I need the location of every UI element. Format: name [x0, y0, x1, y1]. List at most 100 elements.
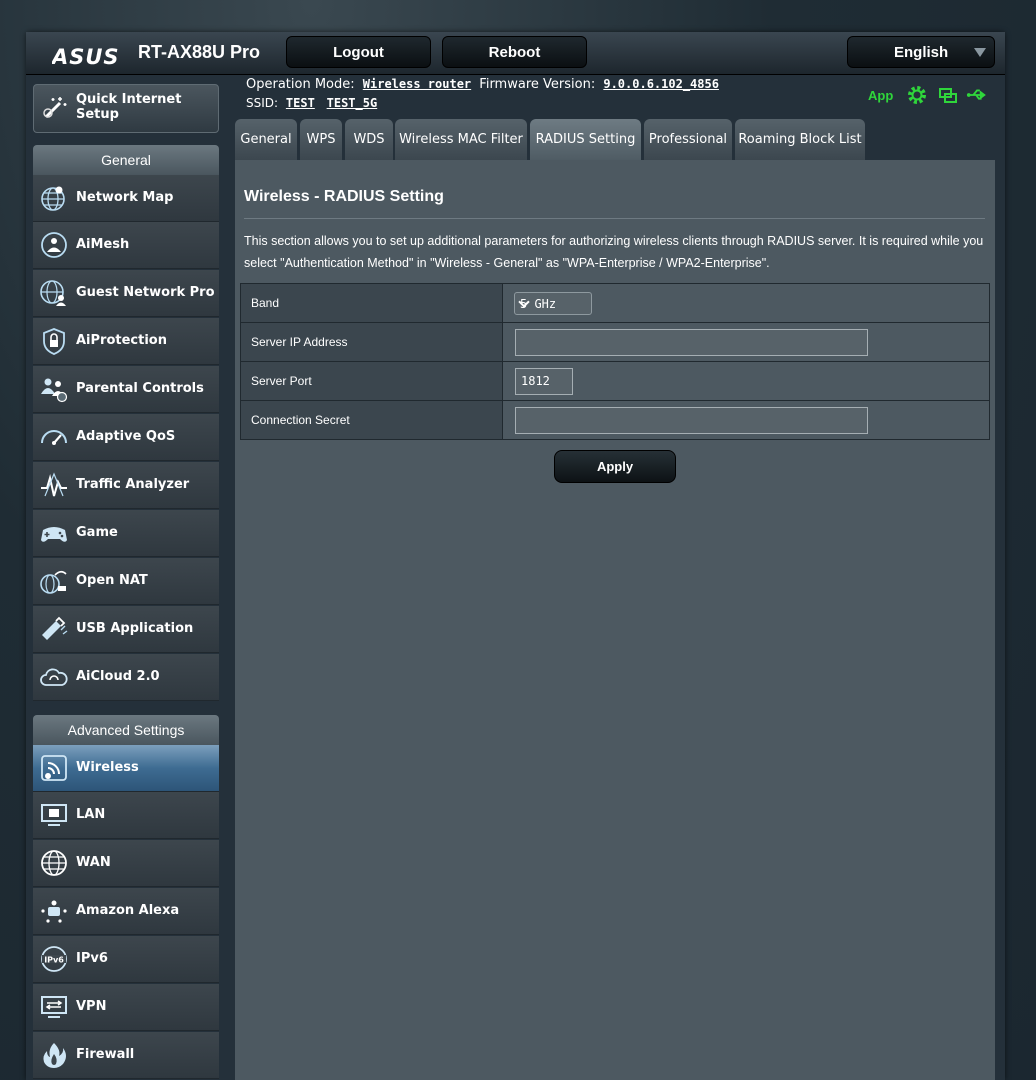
sidebar-item-label: Parental Controls [76, 381, 204, 396]
ssid-label: SSID: [246, 96, 279, 110]
qis-label: Quick Internet Setup [76, 92, 181, 122]
sidebar-item-label: Open NAT [76, 573, 148, 588]
tab-professional[interactable]: Professional [644, 119, 732, 160]
sidebar-item-label: LAN [76, 807, 106, 822]
quick-internet-setup-button[interactable]: Quick Internet Setup [33, 84, 219, 133]
cloud-icon [40, 668, 68, 686]
server-port-input[interactable]: 1812 [515, 368, 573, 395]
server-port-label: Server Port [241, 362, 503, 400]
sidebar-item-adaptive-qos[interactable]: Adaptive QoS [33, 414, 219, 461]
usb-icon[interactable] [966, 84, 988, 106]
logout-button[interactable]: Logout [286, 36, 431, 68]
connection-secret-label: Connection Secret [241, 401, 503, 439]
sidebar-item-traffic-analyzer[interactable]: Traffic Analyzer [33, 462, 219, 509]
router-model: RT-AX88U Pro [138, 42, 261, 62]
title-divider [244, 218, 985, 219]
dropdown-arrow-icon [974, 48, 986, 57]
firmware-label: Firmware Version: [479, 77, 596, 92]
network-clients-icon[interactable] [937, 84, 959, 106]
connection-secret-cell [503, 401, 989, 439]
wan-globe-icon [41, 850, 67, 876]
sidebar-item-lan[interactable]: LAN [33, 792, 219, 839]
tab-radius-setting[interactable]: RADIUS Setting [530, 119, 641, 160]
reboot-button[interactable]: Reboot [442, 36, 587, 68]
sidebar-item-label: IPv6 [76, 951, 108, 966]
shield-lock-icon [43, 328, 65, 355]
sidebar-item-label: WAN [76, 855, 111, 870]
globe-network-icon [41, 186, 65, 211]
band-row: Band 5 GHz [241, 284, 989, 323]
sidebar-item-label: Wireless [76, 760, 139, 775]
sidebar-item-wan[interactable]: WAN [33, 840, 219, 887]
sidebar-item-label: Traffic Analyzer [76, 477, 190, 492]
sidebar-item-aimesh[interactable]: AiMesh [33, 222, 219, 269]
sidebar-item-amazon-alexa[interactable]: Amazon Alexa [33, 888, 219, 935]
page-description: This section allows you to set up additi… [244, 234, 984, 270]
sidebar-item-label: Network Map [76, 190, 174, 205]
sidebar-item-wireless[interactable]: Wireless [33, 745, 219, 792]
operation-mode-label: Operation Mode: [246, 77, 355, 92]
sidebar-item-label: AiMesh [76, 237, 130, 252]
app-link[interactable]: App [868, 88, 893, 103]
sidebar-item-open-nat[interactable]: Open NAT [33, 558, 219, 605]
server-ip-input[interactable] [515, 329, 868, 356]
firmware-version-link[interactable]: 9.0.0.6.102_4856 [603, 77, 719, 91]
band-select[interactable]: 5 GHz [514, 292, 592, 315]
ssid-line: SSID: TEST TEST_5G [246, 96, 381, 110]
sidebar-item-vpn[interactable]: VPN [33, 984, 219, 1031]
vpn-icon [41, 996, 67, 1018]
sidebar-item-parental-controls[interactable]: Parental Controls [33, 366, 219, 413]
pulse-icon [41, 472, 67, 497]
page-title: Wireless - RADIUS Setting [244, 188, 444, 205]
server-port-row: Server Port 1812 [241, 362, 989, 401]
ssid-link-1[interactable]: TEST [286, 96, 315, 110]
language-value: English [894, 44, 949, 61]
band-cell: 5 GHz [503, 284, 989, 322]
sidebar-item-ipv6[interactable]: IPv6 IPv6 [33, 936, 219, 983]
general-menu-header: General [33, 145, 219, 176]
sidebar-item-label: Guest Network Pro [76, 285, 215, 300]
wifi-icon [41, 755, 67, 781]
tab-roaming-block-list[interactable]: Roaming Block List [735, 119, 865, 160]
band-label: Band [241, 284, 503, 322]
sidebar-item-label: Firewall [76, 1047, 135, 1062]
wand-icon [43, 97, 67, 119]
sidebar-item-game[interactable]: Game [33, 510, 219, 557]
tab-general[interactable]: General [235, 119, 297, 160]
family-icon [41, 378, 68, 403]
ipv6-icon: IPv6 [41, 946, 67, 972]
advanced-settings-header: Advanced Settings [33, 715, 219, 746]
sidebar-item-label: Adaptive QoS [76, 429, 176, 444]
qis-label-line2: Setup [76, 107, 119, 122]
guest-network-icon [40, 280, 66, 306]
sidebar-item-label: Amazon Alexa [76, 903, 180, 918]
sidebar-item-firewall[interactable]: Firewall [33, 1032, 219, 1079]
firewall-icon [43, 1043, 66, 1068]
operation-mode-line: Operation Mode: Wireless router Firmware… [246, 77, 723, 92]
open-nat-icon [40, 570, 67, 594]
sidebar-item-label: AiCloud 2.0 [76, 669, 160, 684]
sidebar-item-usb-application[interactable]: USB Application [33, 606, 219, 653]
connection-secret-row: Connection Secret [241, 401, 989, 440]
tab-wps[interactable]: WPS [300, 119, 342, 160]
sidebar-item-network-map[interactable]: Network Map [33, 175, 219, 222]
tab-wireless-mac-filter[interactable]: Wireless MAC Filter [395, 119, 527, 160]
server-ip-row: Server IP Address [241, 323, 989, 362]
asus-logo[interactable]: ASUS [52, 43, 126, 69]
gamepad-icon [41, 527, 67, 542]
connection-secret-input[interactable] [515, 407, 868, 434]
gear-icon[interactable] [906, 84, 928, 106]
sidebar-item-label: VPN [76, 999, 107, 1014]
sidebar-item-aiprotection[interactable]: AiProtection [33, 318, 219, 365]
speedometer-icon [41, 430, 67, 445]
server-port-cell: 1812 [503, 362, 989, 400]
sidebar-item-label: USB Application [76, 621, 194, 636]
apply-button[interactable]: Apply [554, 450, 676, 483]
language-select[interactable]: English [847, 36, 995, 68]
sidebar-item-aicloud[interactable]: AiCloud 2.0 [33, 654, 219, 701]
sidebar-item-guest-network-pro[interactable]: Guest Network Pro [33, 270, 219, 317]
radius-settings-table: Band 5 GHz Server IP Address Server Port… [240, 283, 990, 440]
ssid-link-2[interactable]: TEST_5G [327, 96, 378, 110]
operation-mode-link[interactable]: Wireless router [363, 77, 471, 91]
tab-wds[interactable]: WDS [345, 119, 393, 160]
